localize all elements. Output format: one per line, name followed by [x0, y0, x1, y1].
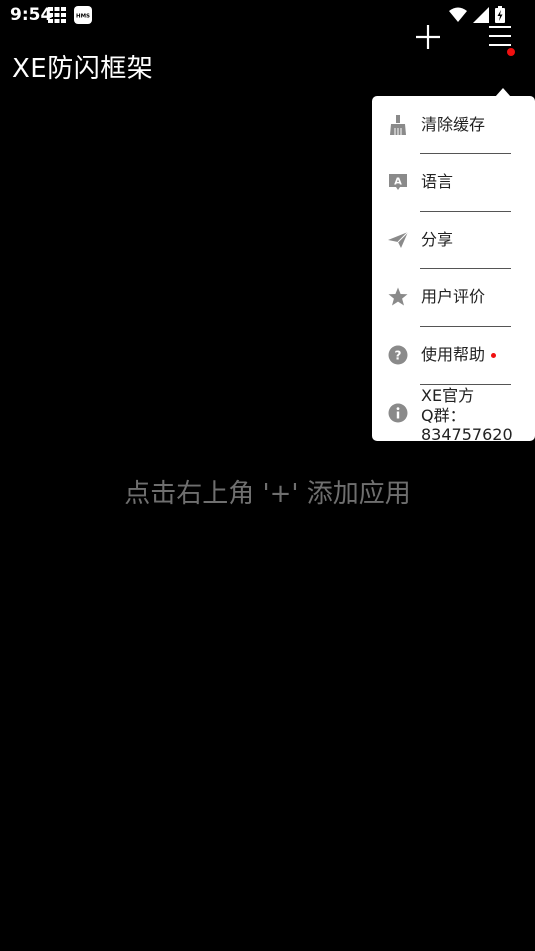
- info-icon: [388, 403, 408, 423]
- menu-item-label: 用户评价: [421, 287, 486, 306]
- svg-text:HMS: HMS: [76, 14, 90, 20]
- menu-badge-dot: [507, 48, 515, 56]
- screen: 9:54 HMS XE防闪框架 点击右上角 '+' 添加应用 清除缓存 A 语言…: [0, 0, 535, 951]
- menu-item-label: 分享: [421, 230, 454, 249]
- menu-item-user-review[interactable]: 用户评价: [372, 269, 535, 326]
- menu-item-label: 清除缓存: [421, 115, 486, 134]
- grid-icon: [48, 7, 66, 23]
- menu-item-clear-cache[interactable]: 清除缓存: [372, 96, 535, 153]
- empty-state-hint: 点击右上角 '+' 添加应用: [124, 479, 411, 509]
- plus-icon: [416, 25, 440, 49]
- svg-text:?: ?: [395, 349, 402, 363]
- menu-item-official-group[interactable]: XE官方 Q群： 834757620: [372, 385, 535, 441]
- hamburger-menu-icon: [489, 26, 511, 46]
- app-bar: XE防闪框架: [0, 30, 535, 100]
- status-bar: 9:54 HMS: [0, 0, 535, 30]
- status-time: 9:54: [10, 5, 53, 25]
- status-left-icons: HMS: [48, 6, 92, 24]
- wifi-icon: [449, 7, 467, 22]
- help-icon: ?: [388, 345, 408, 365]
- app-title: XE防闪框架: [12, 54, 154, 84]
- send-icon: [388, 231, 408, 248]
- svg-text:A: A: [394, 177, 402, 188]
- help-badge-dot: [491, 353, 497, 358]
- broom-icon: [390, 115, 406, 135]
- language-icon: A: [389, 174, 407, 190]
- add-button[interactable]: [410, 19, 446, 55]
- hms-icon: HMS: [74, 6, 92, 24]
- menu-item-label: XE官方 Q群： 834757620: [421, 386, 513, 441]
- popup-menu: 清除缓存 A 语言 分享 用户评价 ? 使用帮助 XE官方 Q群： 834757…: [372, 96, 535, 441]
- menu-item-share[interactable]: 分享: [372, 212, 535, 269]
- menu-item-label: 语言: [421, 172, 454, 191]
- menu-item-help[interactable]: ? 使用帮助: [372, 327, 535, 384]
- star-icon: [388, 287, 408, 306]
- menu-item-label: 使用帮助: [421, 345, 497, 365]
- menu-item-language[interactable]: A 语言: [372, 154, 535, 211]
